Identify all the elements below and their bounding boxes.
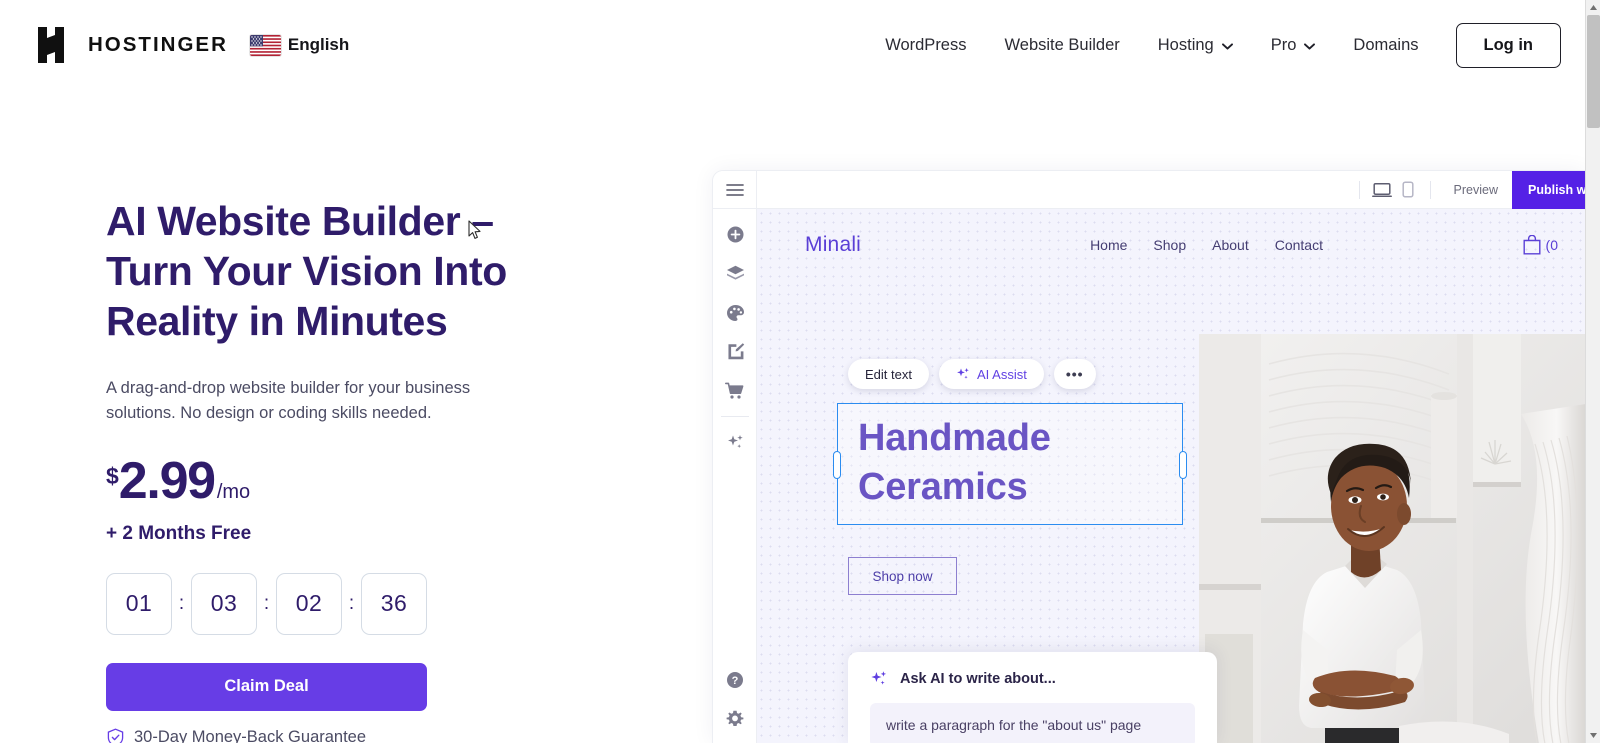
brand-group: HOSTINGER English: [36, 27, 349, 63]
edit-text-label: Edit text: [865, 366, 912, 382]
price-currency: $: [106, 462, 119, 489]
builder-sidebar-bottom: ?: [713, 660, 757, 738]
countdown-timer: 01 : 03 : 02 : 36: [106, 572, 626, 635]
desktop-view-icon[interactable]: [1369, 177, 1395, 203]
element-edit-toolbar: Edit text AI Assist •••: [848, 359, 1096, 389]
page-root: HOSTINGER English WordPress Website Buil…: [0, 0, 1600, 743]
site-nav-about[interactable]: About: [1212, 237, 1249, 253]
price-amount: 2.99: [118, 451, 216, 510]
page-title: AI Website Builder – Turn Your Vision In…: [106, 198, 507, 345]
svg-text:?: ?: [732, 675, 739, 687]
nav-item-website-builder[interactable]: Website Builder: [986, 26, 1139, 65]
money-back-guarantee: 30-Day Money-Back Guarantee: [106, 728, 626, 743]
site-nav-contact[interactable]: Contact: [1275, 237, 1323, 253]
nav-label: WordPress: [885, 35, 967, 54]
nav-item-wordpress[interactable]: WordPress: [866, 26, 985, 65]
builder-toolbar: Preview Publish w: [713, 171, 1585, 209]
us-flag-icon: [249, 34, 281, 56]
login-button[interactable]: Log in: [1455, 22, 1561, 68]
builder-sidebar: ?: [713, 209, 757, 743]
page-scrollbar[interactable]: [1585, 0, 1600, 743]
claim-deal-button[interactable]: Claim Deal: [106, 662, 427, 711]
scroll-up-arrow-icon[interactable]: [1586, 0, 1600, 15]
mobile-view-icon[interactable]: [1395, 177, 1421, 203]
nav-item-domains[interactable]: Domains: [1334, 26, 1437, 65]
countdown-minutes: 02: [276, 572, 342, 635]
nav-item-hosting[interactable]: Hosting: [1139, 26, 1252, 65]
more-options-button[interactable]: •••: [1053, 359, 1096, 389]
publish-button[interactable]: Publish w: [1512, 171, 1585, 209]
settings-gear-icon[interactable]: [713, 699, 757, 738]
hostinger-logo-icon[interactable]: [36, 27, 66, 63]
divider: [720, 416, 749, 417]
ai-assist-label: AI Assist: [976, 366, 1027, 382]
site-header: Minali Home Shop About Contact (0: [757, 209, 1585, 281]
hero-photo[interactable]: [1199, 334, 1585, 743]
ai-prompt-input[interactable]: write a paragraph for the "about us" pag…: [870, 703, 1195, 743]
ai-sparkle-icon: [870, 670, 888, 688]
divider: [1429, 180, 1431, 199]
chevron-down-icon: [1221, 42, 1233, 50]
nav-label: Website Builder: [1004, 35, 1120, 54]
countdown-seconds: 36: [361, 572, 427, 635]
nav-label: Domains: [1353, 35, 1419, 54]
resize-handle-right[interactable]: [1179, 451, 1187, 479]
hero-subtitle: A drag-and-drop website builder for your…: [106, 379, 471, 423]
site-hero-heading[interactable]: Handmade Ceramics: [858, 414, 1051, 511]
scrollbar-thumb[interactable]: [1587, 15, 1600, 128]
help-icon[interactable]: ?: [713, 660, 757, 699]
price-period: /mo: [216, 480, 251, 503]
scroll-down-arrow-icon[interactable]: [1586, 728, 1600, 743]
countdown-separator: :: [348, 592, 355, 614]
hostinger-wordmark: HOSTINGER: [88, 33, 228, 56]
ai-write-panel: Ask AI to write about... write a paragra…: [848, 652, 1217, 743]
nav-item-pro[interactable]: Pro: [1252, 26, 1335, 65]
primary-nav-links: WordPress Website Builder Hosting Pro Do…: [866, 22, 1561, 68]
language-selector[interactable]: English: [249, 34, 350, 56]
chevron-down-icon: [1304, 42, 1316, 50]
shopping-cart-icon[interactable]: [713, 371, 757, 410]
countdown-days: 01: [106, 572, 172, 635]
top-navigation-bar: HOSTINGER English WordPress Website Buil…: [0, 0, 1585, 90]
countdown-hours: 03: [191, 572, 257, 635]
bonus-months-label: + 2 Months Free: [106, 522, 252, 544]
site-logo[interactable]: Minali: [805, 233, 861, 257]
add-element-icon[interactable]: [713, 215, 757, 254]
preview-button[interactable]: Preview: [1440, 183, 1512, 197]
site-nav-shop[interactable]: Shop: [1153, 237, 1186, 253]
divider: [1358, 180, 1360, 199]
ai-assist-button[interactable]: AI Assist: [938, 359, 1044, 389]
nav-label: Hosting: [1157, 35, 1214, 54]
ai-sparkle-icon: [956, 367, 970, 381]
ai-panel-header: Ask AI to write about...: [870, 670, 1195, 688]
hamburger-icon[interactable]: [713, 171, 757, 209]
nav-label: Pro: [1270, 35, 1297, 54]
ai-sparkle-icon[interactable]: [713, 423, 757, 462]
shopping-bag-icon: [1523, 235, 1541, 255]
language-label: English: [287, 35, 350, 54]
site-nav: Home Shop About Contact: [1090, 237, 1323, 253]
shop-now-button[interactable]: Shop now: [848, 557, 957, 595]
site-cart[interactable]: (0: [1523, 235, 1558, 255]
edit-page-icon[interactable]: [713, 332, 757, 371]
cart-count: (0: [1545, 237, 1558, 253]
resize-handle-left[interactable]: [833, 451, 841, 479]
shield-check-icon: [106, 728, 125, 743]
website-builder-panel: Preview Publish w ? Minali Home Shop Abo…: [712, 170, 1585, 743]
countdown-separator: :: [263, 592, 270, 614]
palette-icon[interactable]: [713, 293, 757, 332]
site-nav-home[interactable]: Home: [1090, 237, 1127, 253]
guarantee-label: 30-Day Money-Back Guarantee: [134, 727, 367, 743]
edit-text-button[interactable]: Edit text: [848, 359, 929, 389]
builder-canvas: Minali Home Shop About Contact (0 Edit t…: [757, 209, 1585, 743]
countdown-separator: :: [178, 592, 185, 614]
price-display: $ 2.99 /mo: [106, 455, 626, 507]
builder-toolbar-right: Preview Publish w: [1350, 171, 1585, 209]
layers-icon[interactable]: [713, 254, 757, 293]
ai-panel-title: Ask AI to write about...: [900, 671, 1056, 687]
hero-section: AI Website Builder – Turn Your Vision In…: [106, 196, 626, 743]
